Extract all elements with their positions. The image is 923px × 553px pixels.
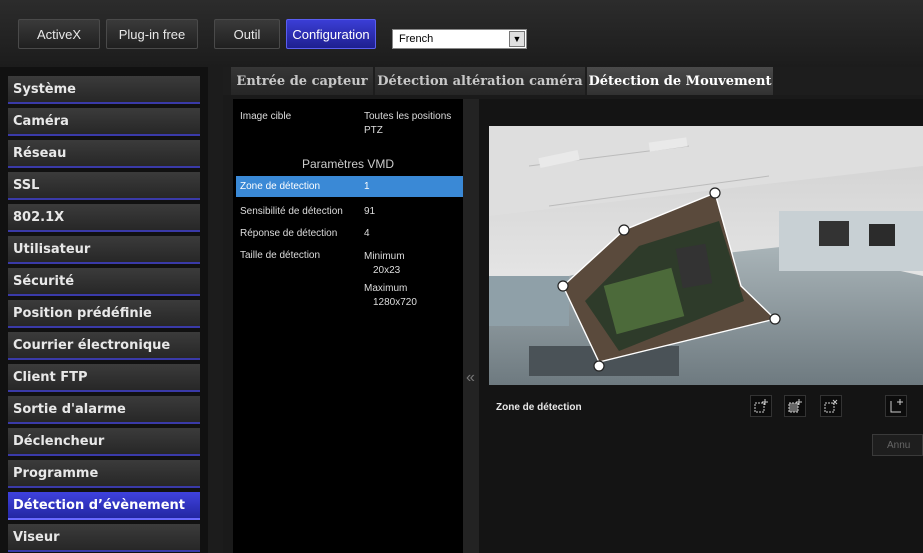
language-select-value: French: [399, 33, 434, 45]
activex-button[interactable]: ActiveX: [18, 19, 100, 49]
zone-vertex-handle: [557, 280, 569, 292]
sidebar-item-position-predefinie[interactable]: Position prédéfinie: [8, 300, 200, 328]
sidebar-item-viseur[interactable]: Viseur: [8, 524, 200, 552]
target-image-value-line1: Toutes les positions: [364, 111, 452, 122]
zone-vertex-handle: [618, 224, 630, 236]
detection-zone-label: Zone de détection: [240, 181, 321, 192]
cancel-button[interactable]: Annu: [872, 434, 923, 456]
top-toolbar: ActiveX Plug-in free Outil Configuration…: [0, 0, 923, 67]
sensitivity-label: Sensibilité de détection: [240, 206, 343, 217]
chevron-down-icon[interactable]: ▼: [509, 31, 525, 47]
size-min-value[interactable]: 20x23: [373, 265, 400, 276]
add-rectangle-icon[interactable]: [750, 395, 772, 417]
plugin-free-button[interactable]: Plug-in free: [106, 19, 198, 49]
size-max-label: Maximum: [364, 283, 408, 294]
size-max-value[interactable]: 1280x720: [373, 297, 417, 308]
panel-collapse-bar[interactable]: [463, 99, 479, 553]
detection-zone-value: 1: [364, 181, 370, 192]
sidebar-item-ssl[interactable]: SSL: [8, 172, 200, 200]
add-polygon-icon[interactable]: [784, 395, 806, 417]
sidebar-item-camera[interactable]: Caméra: [8, 108, 200, 136]
sidebar-item-8021x[interactable]: 802.1X: [8, 204, 200, 232]
add-point-icon[interactable]: [885, 395, 907, 417]
tab-detection-alteration-camera[interactable]: Détection altération caméra: [375, 67, 585, 95]
outil-button[interactable]: Outil: [214, 19, 280, 49]
sidebar-item-systeme[interactable]: Système: [8, 76, 200, 104]
zone-vertex-handle: [709, 187, 721, 199]
vmd-parameters-panel: Image cible Toutes les positions PTZ Par…: [233, 99, 463, 553]
camera-image: [489, 126, 923, 385]
collapse-left-icon[interactable]: «: [466, 369, 475, 387]
remove-rectangle-icon[interactable]: [820, 395, 842, 417]
sidebar-item-reseau[interactable]: Réseau: [8, 140, 200, 168]
sidebar-divider: [208, 67, 223, 553]
size-min-label: Minimum: [364, 251, 405, 262]
sidebar-item-securite[interactable]: Sécurité: [8, 268, 200, 296]
sidebar-item-sortie-alarme[interactable]: Sortie d'alarme: [8, 396, 200, 424]
zone-vertex-handle: [593, 360, 605, 372]
response-label: Réponse de détection: [240, 228, 338, 239]
tab-detection-mouvement[interactable]: Détection de Mouvement: [587, 67, 773, 95]
target-image-label: Image cible: [240, 111, 292, 122]
detection-zone-row[interactable]: Zone de détection 1: [236, 176, 463, 197]
target-image-value-line2: PTZ: [364, 125, 383, 136]
detection-zone-heading: Zone de détection: [496, 402, 582, 413]
sidebar-item-client-ftp[interactable]: Client FTP: [8, 364, 200, 392]
tab-entree-capteur[interactable]: Entrée de capteur: [231, 67, 373, 95]
configuration-button[interactable]: Configuration: [286, 19, 376, 49]
language-select[interactable]: French ▼: [392, 29, 527, 49]
sidebar-item-declencheur[interactable]: Déclencheur: [8, 428, 200, 456]
tab-bar: Entrée de capteur Détection altération c…: [223, 67, 923, 95]
zone-vertex-handle: [769, 313, 781, 325]
vmd-parameters-title: Paramètres VMD: [301, 157, 395, 171]
size-label: Taille de détection: [240, 250, 321, 261]
sidebar-item-programme[interactable]: Programme: [8, 460, 200, 488]
sensitivity-value[interactable]: 91: [364, 206, 375, 217]
sidebar-item-detection-evenement[interactable]: Détection d’évènement: [8, 492, 200, 520]
response-value[interactable]: 4: [364, 228, 370, 239]
camera-preview[interactable]: [489, 126, 923, 385]
sidebar: Système Caméra Réseau SSL 802.1X Utilisa…: [0, 67, 208, 553]
sidebar-item-courrier-electronique[interactable]: Courrier électronique: [8, 332, 200, 360]
sidebar-item-utilisateur[interactable]: Utilisateur: [8, 236, 200, 264]
